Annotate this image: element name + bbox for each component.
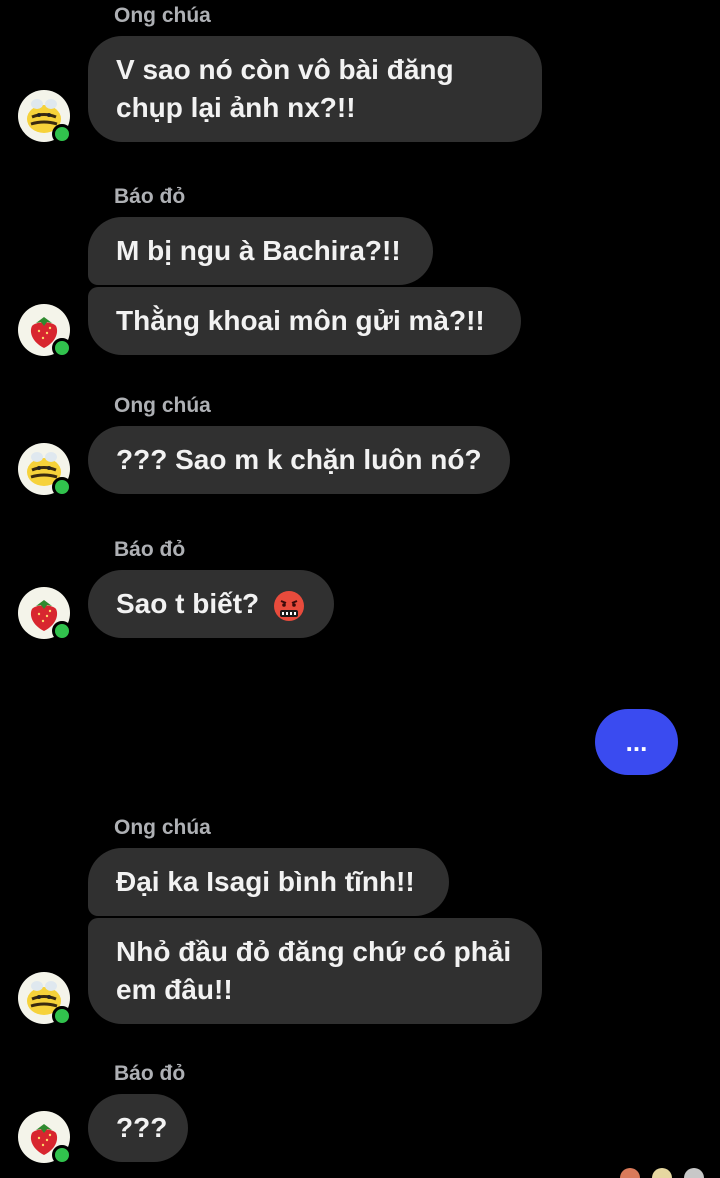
sender-name: Ong chúa xyxy=(114,816,211,839)
message-text: Sao t biết? xyxy=(116,588,260,619)
typing-dots: ... xyxy=(625,727,648,757)
message-bubble[interactable]: M bị ngu à Bachira?!! xyxy=(88,217,433,285)
online-status-dot xyxy=(52,338,72,358)
sender-name: Ong chúa xyxy=(114,4,211,27)
seen-receipts-icon xyxy=(620,1168,704,1178)
message-bubble[interactable]: ??? Sao m k chặn luôn nó? xyxy=(88,426,510,494)
message-text: Nhỏ đầu đỏ đăng chứ có phải em đâu!! xyxy=(116,936,512,1005)
message-bubble[interactable]: Nhỏ đầu đỏ đăng chứ có phải em đâu!! xyxy=(88,918,542,1024)
angry-cursing-face-emoji xyxy=(273,590,304,621)
bee-avatar[interactable] xyxy=(18,972,72,1026)
message-text: V sao nó còn vô bài đăng chụp lại ảnh nx… xyxy=(116,54,454,123)
message-text: ??? Sao m k chặn luôn nó? xyxy=(116,444,482,475)
sender-name: Báo đỏ xyxy=(114,538,186,561)
bee-avatar[interactable] xyxy=(18,90,72,144)
sender-name: Ong chúa xyxy=(114,394,211,417)
online-status-dot xyxy=(52,1006,72,1026)
online-status-dot xyxy=(52,124,72,144)
typing-indicator-bubble[interactable]: ... xyxy=(595,709,678,775)
message-bubble[interactable]: ??? xyxy=(88,1094,188,1162)
message-text: ??? xyxy=(116,1112,168,1143)
strawberry-avatar[interactable] xyxy=(18,304,72,358)
online-status-dot xyxy=(52,621,72,641)
message-text: M bị ngu à Bachira?!! xyxy=(116,235,401,266)
message-bubble[interactable]: V sao nó còn vô bài đăng chụp lại ảnh nx… xyxy=(88,36,542,142)
message-bubble[interactable]: Đại ka Isagi bình tĩnh!! xyxy=(88,848,449,916)
message-text: Thằng khoai môn gửi mà?!! xyxy=(116,305,485,336)
sender-name: Báo đỏ xyxy=(114,1062,186,1085)
sender-name: Báo đỏ xyxy=(114,185,186,208)
online-status-dot xyxy=(52,477,72,497)
bee-avatar[interactable] xyxy=(18,443,72,497)
online-status-dot xyxy=(52,1145,72,1165)
strawberry-avatar[interactable] xyxy=(18,587,72,641)
message-bubble[interactable]: Thằng khoai môn gửi mà?!! xyxy=(88,287,521,355)
strawberry-avatar[interactable] xyxy=(18,1111,72,1165)
message-text: Đại ka Isagi bình tĩnh!! xyxy=(116,866,415,897)
message-bubble[interactable]: Sao t biết? xyxy=(88,570,334,638)
